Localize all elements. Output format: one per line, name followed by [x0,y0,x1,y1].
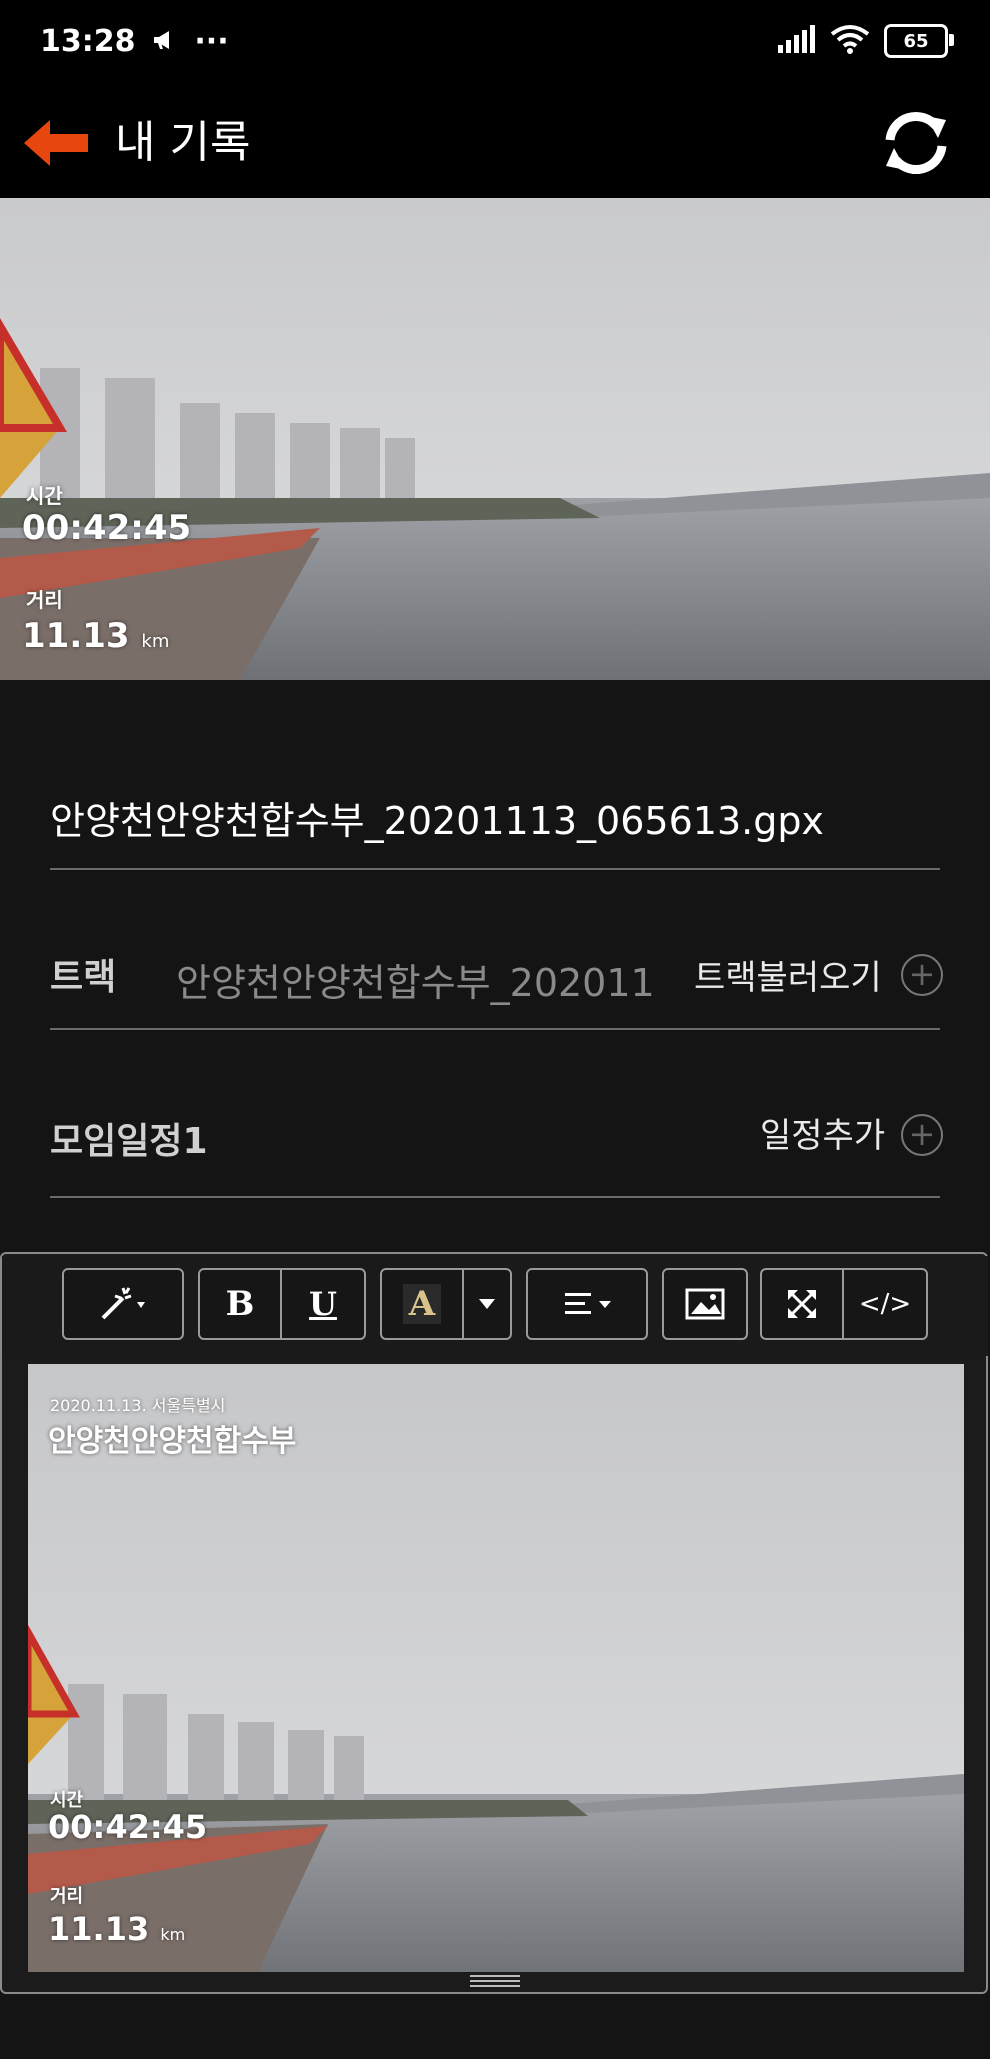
distance-label: 거리 [50,1886,84,1907]
divider [50,868,940,870]
distance-number: 11.13 [22,616,130,656]
align-icon[interactable] [528,1270,646,1338]
underline-button[interactable]: U [282,1270,364,1338]
signal-icon [776,25,816,57]
insert-group [662,1268,748,1340]
battery-level: 65 [903,30,929,52]
divider [50,1196,940,1198]
divider [50,1028,940,1030]
distance-number: 11.13 [48,1910,150,1948]
style-group [62,1268,184,1340]
chevron-down-icon[interactable] [464,1270,510,1338]
editor-photo[interactable]: 2020.11.13. 서울특별시 안양천안양천합수부 시간 00:42:45 … [28,1364,964,1972]
time-value: 00:42:45 [22,508,192,548]
distance-value: 11.13 km [48,1910,185,1948]
track-label: 트랙 [50,957,117,998]
bold-button[interactable]: B [200,1270,282,1338]
place-title: 안양천안양천합수부 [48,1424,297,1459]
date-place: 2020.11.13. 서울특별시 [50,1396,226,1415]
status-icons: 65 [776,24,954,58]
schedule-label: 모임일정1 [50,1121,208,1162]
font-color-button[interactable]: A [382,1270,464,1338]
image-icon[interactable] [664,1270,746,1338]
distance-unit: km [141,631,170,652]
paragraph-group [526,1268,648,1340]
track-value: 안양천안양천합수부_202011 [176,961,655,1005]
more-notifications-text: ··· [194,24,229,59]
refresh-icon[interactable] [876,108,956,178]
font-color-glyph: A [402,1284,442,1324]
record-photo[interactable]: 시간 00:42:45 거리 11.13 km [0,198,990,680]
drag-handle-icon[interactable] [470,1973,520,1987]
page-title: 내 기록 [115,117,251,168]
code-view-button[interactable]: </> [844,1270,926,1338]
add-schedule-button[interactable]: 일정추가 [760,1108,885,1157]
distance-label: 거리 [26,588,63,612]
back-arrow-icon[interactable] [18,112,94,174]
format-group: B U [198,1268,366,1340]
time-value: 00:42:45 [48,1808,208,1846]
distance-unit: km [160,1925,186,1944]
plus-circle-icon[interactable]: + [901,954,943,996]
load-track-button[interactable]: 트랙불러오기 [694,950,882,999]
filename-field[interactable]: 안양천안양천합수부_20201113_065613.gpx [50,790,824,845]
magic-wand-icon[interactable] [64,1270,182,1338]
fullscreen-icon[interactable] [762,1270,844,1338]
clock-text: 13:28 [40,24,136,59]
battery-icon: 65 [884,24,954,58]
plus-circle-icon[interactable]: + [901,1114,943,1156]
color-group: A [380,1268,512,1340]
distance-value: 11.13 km [22,616,169,656]
megaphone-icon [152,25,178,60]
view-group: </> [760,1268,928,1340]
wifi-icon [830,24,870,58]
time-label: 시간 [26,484,63,508]
status-time: 13:28 ··· [40,24,229,60]
